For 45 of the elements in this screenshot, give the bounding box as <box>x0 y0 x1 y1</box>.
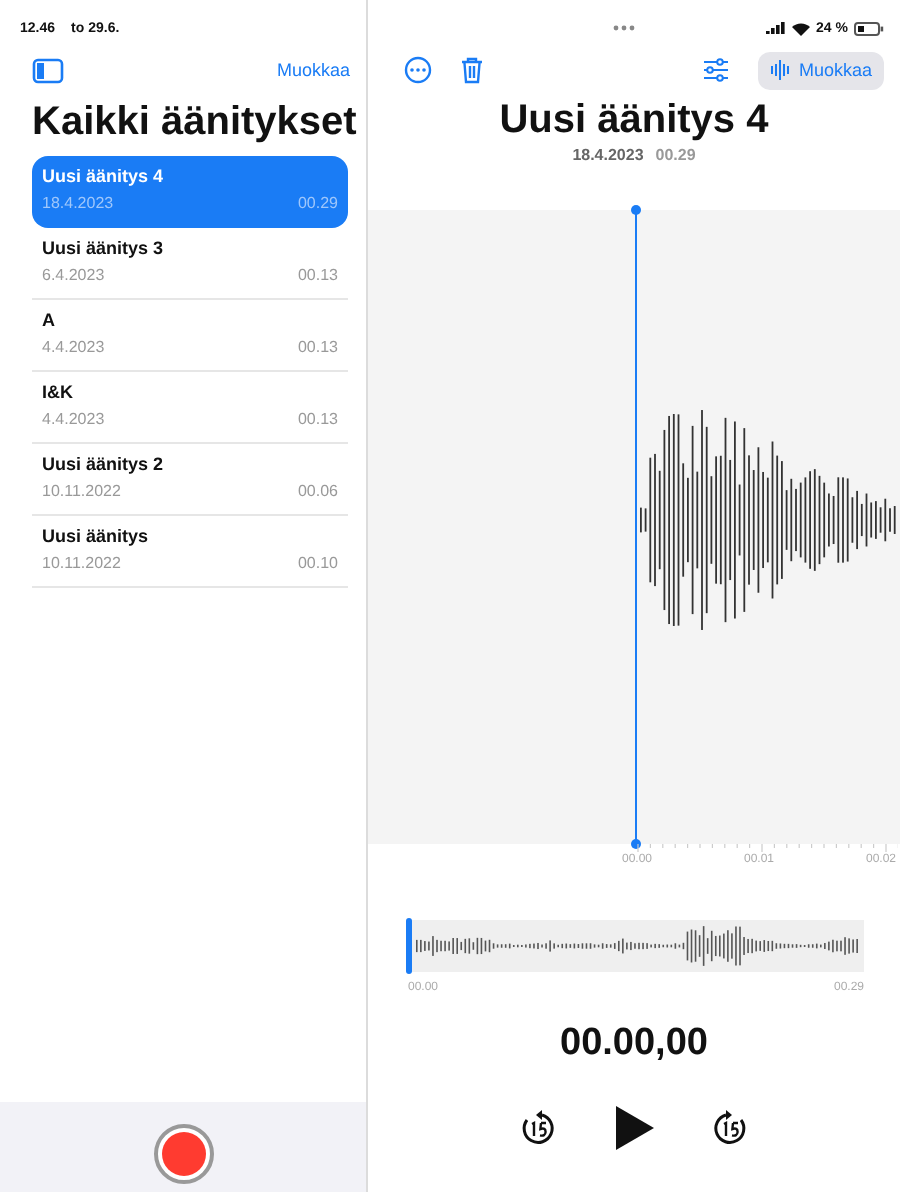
recording-title: A <box>42 310 57 330</box>
battery-icon <box>854 21 884 35</box>
multitask-dots-icon[interactable] <box>612 24 636 32</box>
waveform-icon <box>770 60 791 80</box>
recording-date: 4.4.2023 <box>42 338 105 356</box>
recording-date: 18.4.2023 <box>572 146 644 164</box>
recording-title: I&K <box>42 382 75 402</box>
skip-forward-icon[interactable] <box>710 1108 750 1148</box>
edit-button[interactable]: Muokkaa <box>276 60 350 80</box>
settings-sliders-icon[interactable] <box>702 58 731 82</box>
recording-item[interactable]: Uusi äänitys 4 18.4.2023 00.29 <box>32 156 348 228</box>
recording-date: 18.4.2023 <box>42 194 114 212</box>
recording-item[interactable]: Uusi äänitys 2 10.11.2022 00.06 <box>32 444 348 516</box>
list-title: Kaikki äänitykset <box>32 98 359 146</box>
recording-title: Uusi äänitys <box>42 526 151 546</box>
recording-date: 10.11.2022 <box>42 482 121 500</box>
sidebar-toggle-icon[interactable] <box>32 57 64 83</box>
recording-item[interactable]: A 4.4.2023 00.13 <box>32 300 348 372</box>
play-icon[interactable] <box>614 1106 654 1150</box>
recording-item[interactable]: Uusi äänitys 3 6.4.2023 00.13 <box>32 228 348 300</box>
recording-title-heading: Uusi äänitys 4 <box>497 96 771 144</box>
recording-duration: 00.13 <box>297 338 338 356</box>
skip-back-icon[interactable] <box>518 1108 558 1148</box>
recording-duration: 00.13 <box>297 410 338 428</box>
record-button[interactable] <box>153 1123 213 1183</box>
signal-icon <box>766 21 787 35</box>
recording-item[interactable]: Uusi äänitys 10.11.2022 00.10 <box>32 516 348 588</box>
recording-date: 4.4.2023 <box>42 410 105 428</box>
overview-track[interactable] <box>408 920 864 972</box>
trash-icon[interactable] <box>460 56 484 84</box>
recording-duration: 00.29 <box>297 194 338 212</box>
recording-duration: 00.10 <box>297 554 338 572</box>
more-icon[interactable] <box>404 56 432 84</box>
recording-date: 10.11.2022 <box>42 554 121 572</box>
recording-item[interactable]: I&K 4.4.2023 00.13 <box>32 372 348 444</box>
recording-title: Uusi äänitys 2 <box>42 454 166 474</box>
wifi-icon <box>792 21 811 35</box>
recording-date: 6.4.2023 <box>42 266 105 284</box>
recording-title: Uusi äänitys 3 <box>42 238 166 258</box>
recording-duration: 00.29 <box>655 146 696 164</box>
playhead[interactable] <box>630 204 642 850</box>
recording-duration: 00.06 <box>297 482 338 500</box>
recording-duration: 00.13 <box>297 266 338 284</box>
recording-title: Uusi äänitys 4 <box>42 166 166 186</box>
current-time: 00.00,00 <box>558 1022 710 1066</box>
